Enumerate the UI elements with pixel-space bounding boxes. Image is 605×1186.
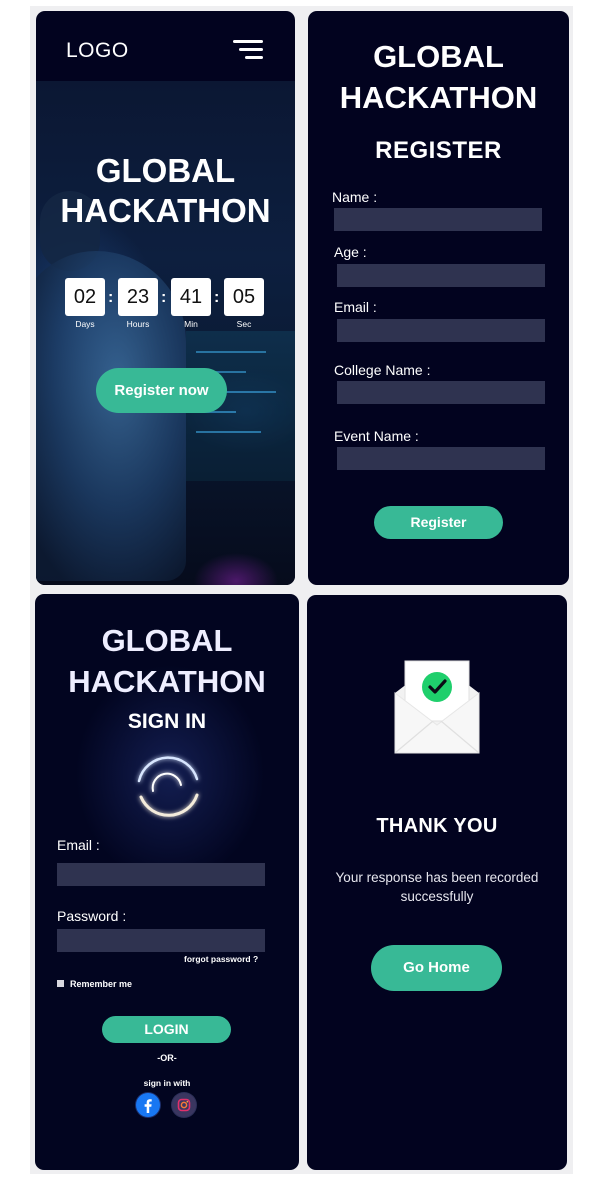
email-field[interactable] (337, 319, 545, 342)
register-title-line1: GLOBAL (373, 39, 504, 74)
password-field[interactable] (57, 929, 265, 952)
landing-screen: LOGO GLOBAL HACKATHON 02 Days : 23 Hours… (36, 11, 295, 585)
go-home-button[interactable]: Go Home (371, 945, 502, 991)
fingerprint-ring-icon (137, 756, 199, 817)
signin-email-field[interactable] (57, 863, 265, 886)
name-label: Name : (332, 189, 378, 205)
or-divider: -OR- (157, 1053, 177, 1063)
countdown-seconds: 05 Sec (224, 278, 264, 329)
signin-screen: GLOBAL HACKATHON SIGN IN Email : Passwor… (35, 594, 299, 1170)
envelope-check-icon (394, 660, 480, 754)
countdown-minutes: 41 Min (171, 278, 211, 329)
register-title: GLOBAL HACKATHON (308, 36, 569, 118)
signin-title: GLOBAL HACKATHON (35, 620, 299, 702)
thankyou-screen: THANK YOU Your response has been recorde… (307, 595, 567, 1170)
countdown-unit: Hours (126, 319, 150, 329)
signin-title-line1: GLOBAL (101, 623, 233, 658)
facebook-icon[interactable] (135, 1092, 161, 1118)
remember-me-checkbox[interactable] (57, 980, 64, 987)
login-button[interactable]: LOGIN (102, 1016, 231, 1043)
countdown-hours: 23 Hours (118, 278, 158, 329)
thank-you-message: Your response has been recorded successf… (335, 870, 539, 904)
logo[interactable]: LOGO (66, 39, 129, 63)
countdown-unit: Sec (236, 319, 252, 329)
thank-you-heading: THANK YOU (376, 815, 498, 837)
signin-email-label: Email : (57, 837, 100, 853)
countdown-separator: : (108, 289, 114, 306)
hamburger-menu-icon[interactable] (233, 40, 263, 60)
signin-heading: SIGN IN (127, 710, 207, 733)
countdown-value: 05 (224, 278, 264, 316)
countdown-unit: Min (184, 319, 198, 329)
hero-title-line1: GLOBAL (95, 152, 236, 189)
password-label: Password : (57, 908, 127, 924)
register-now-button[interactable]: Register now (96, 368, 227, 413)
age-label: Age : (334, 244, 367, 260)
countdown-value: 41 (171, 278, 211, 316)
name-field[interactable] (334, 208, 542, 231)
countdown-days: 02 Days (65, 278, 105, 329)
countdown-value: 23 (118, 278, 158, 316)
hero-title-line2: HACKATHON (60, 192, 271, 229)
remember-me-label: Remember me (70, 979, 133, 989)
event-name-field[interactable] (337, 447, 545, 470)
age-field[interactable] (337, 264, 545, 287)
hero-title: GLOBAL HACKATHON (36, 151, 295, 231)
register-submit-button[interactable]: Register (374, 506, 503, 539)
register-title-line2: HACKATHON (339, 80, 538, 115)
event-name-label: Event Name : (334, 428, 419, 444)
forgot-password-link[interactable]: forgot password ? (184, 954, 258, 964)
countdown-separator: : (214, 289, 220, 306)
countdown-separator: : (161, 289, 167, 306)
register-heading: REGISTER (375, 137, 502, 164)
college-name-field[interactable] (337, 381, 545, 404)
countdown-value: 02 (65, 278, 105, 316)
instagram-icon[interactable] (171, 1092, 197, 1118)
countdown-unit: Days (75, 319, 95, 329)
college-name-label: College Name : (334, 362, 431, 378)
social-signin-prompt: sign in with (143, 1078, 191, 1088)
signin-title-line2: HACKATHON (68, 664, 266, 699)
register-screen: GLOBAL HACKATHON REGISTER Name : Age : E… (308, 11, 569, 585)
email-label: Email : (334, 299, 377, 315)
